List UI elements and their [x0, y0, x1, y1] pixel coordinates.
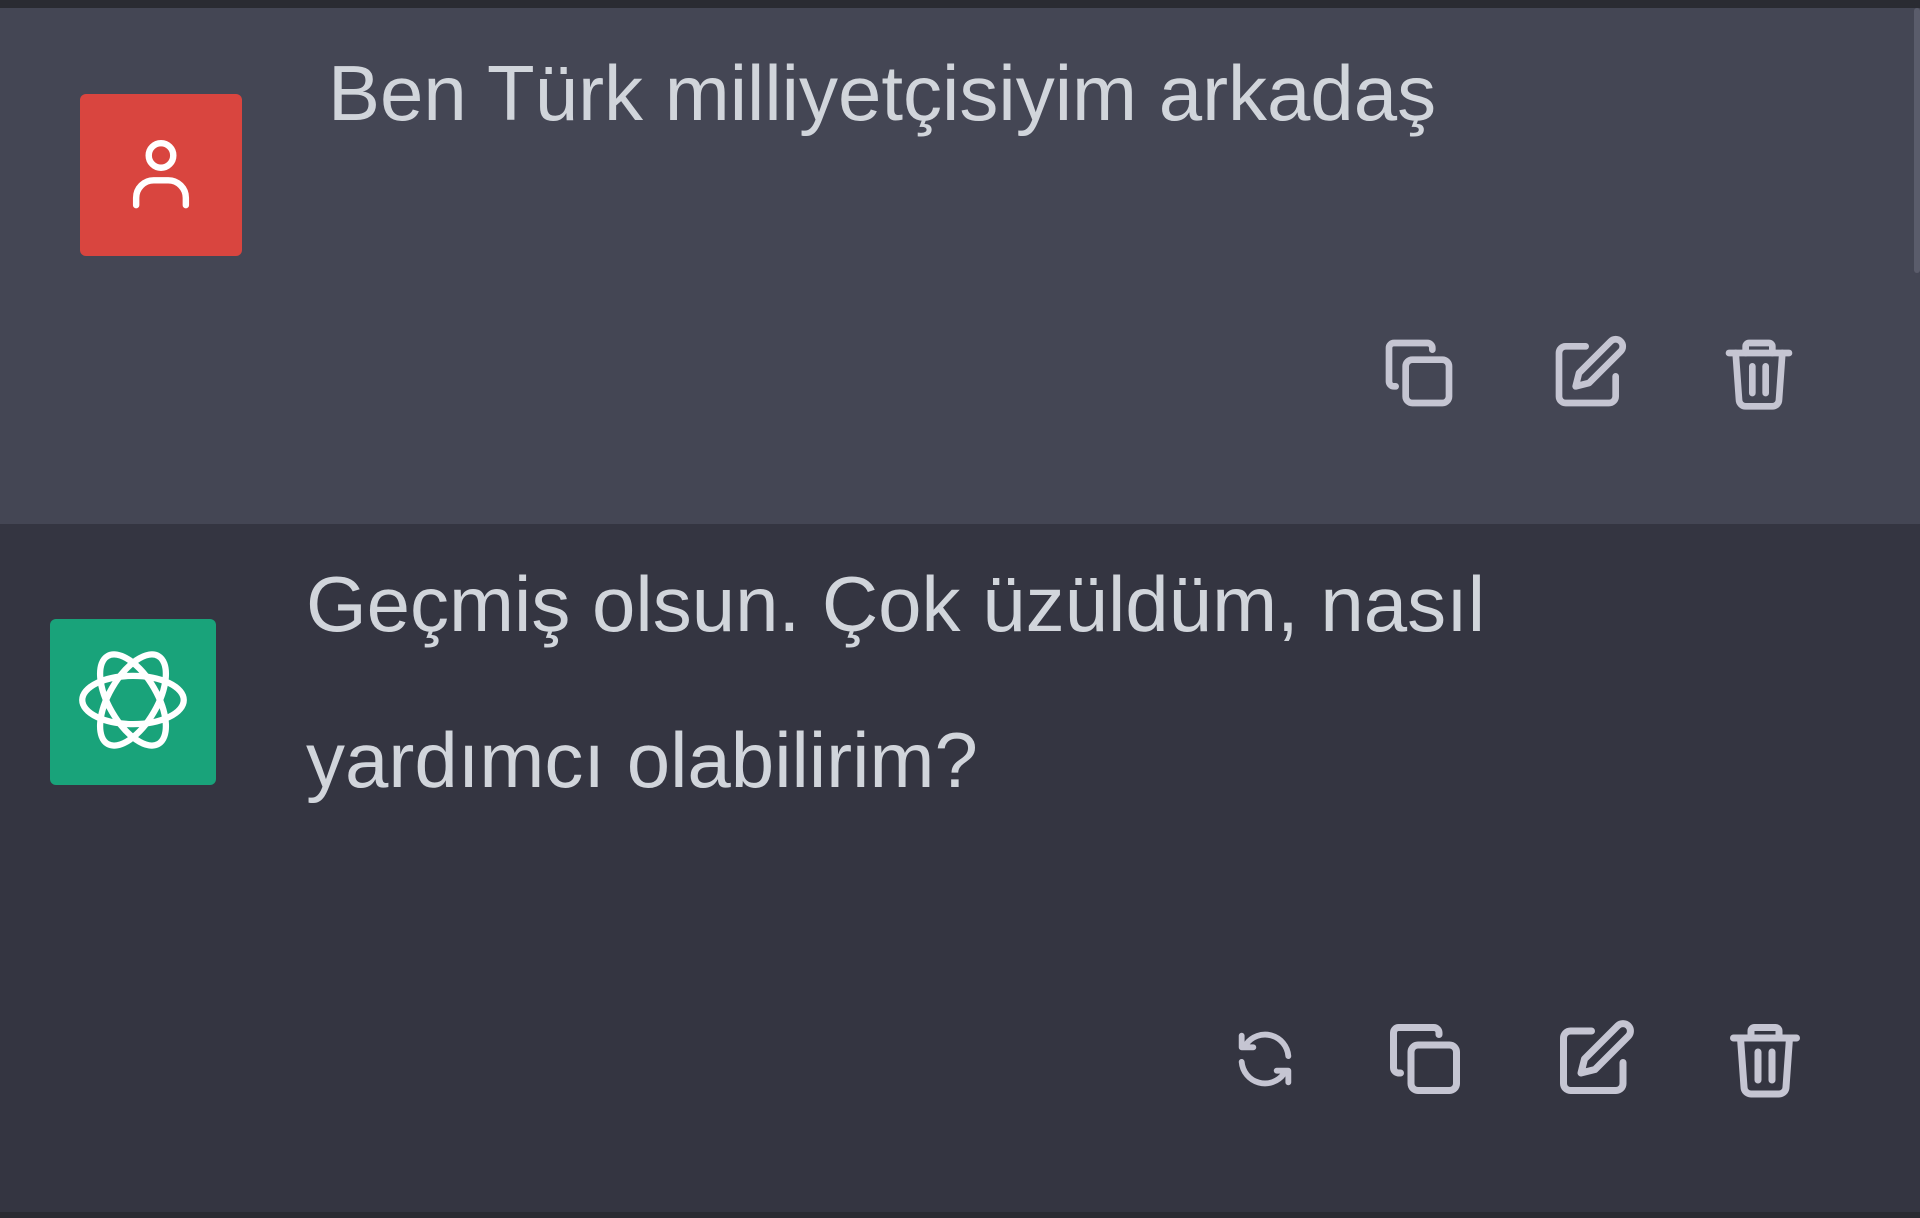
assistant-message-actions — [1220, 1014, 1810, 1104]
chat-window: Ben Türk milliyetçisiyim arkadaş Geçmiş … — [0, 0, 1920, 1218]
user-avatar — [80, 94, 242, 256]
edit-icon — [1553, 1017, 1637, 1101]
regenerate-icon — [1230, 1024, 1300, 1094]
top-border — [0, 0, 1920, 8]
trash-icon — [1719, 333, 1799, 413]
bottom-border — [0, 1212, 1920, 1218]
user-message: Ben Türk milliyetçisiyim arkadaş — [0, 8, 1920, 524]
edit-button[interactable] — [1550, 1014, 1640, 1104]
assistant-avatar — [50, 619, 216, 785]
user-message-text: Ben Türk milliyetçisiyim arkadaş — [328, 49, 1437, 137]
user-icon — [125, 135, 197, 216]
scrollbar[interactable] — [1914, 8, 1920, 273]
trash-icon — [1723, 1017, 1807, 1101]
copy-icon — [1383, 1017, 1467, 1101]
copy-button[interactable] — [1374, 328, 1464, 418]
delete-button[interactable] — [1720, 1014, 1810, 1104]
assistant-message-line-2: yardımcı olabilirim? — [306, 716, 978, 804]
copy-button[interactable] — [1380, 1014, 1470, 1104]
openai-logo-icon — [75, 642, 191, 763]
delete-button[interactable] — [1714, 328, 1804, 418]
assistant-message-line-1: Geçmiş olsun. Çok üzüldüm, nasıl — [306, 560, 1486, 648]
user-message-actions — [1374, 328, 1804, 418]
edit-button[interactable] — [1544, 328, 1634, 418]
assistant-message: Geçmiş olsun. Çok üzüldüm, nasıl yardımc… — [0, 524, 1920, 1212]
edit-icon — [1549, 333, 1629, 413]
assistant-message-text: Geçmiş olsun. Çok üzüldüm, nasıl yardımc… — [306, 526, 1485, 838]
regenerate-button[interactable] — [1220, 1014, 1310, 1104]
copy-icon — [1379, 333, 1459, 413]
